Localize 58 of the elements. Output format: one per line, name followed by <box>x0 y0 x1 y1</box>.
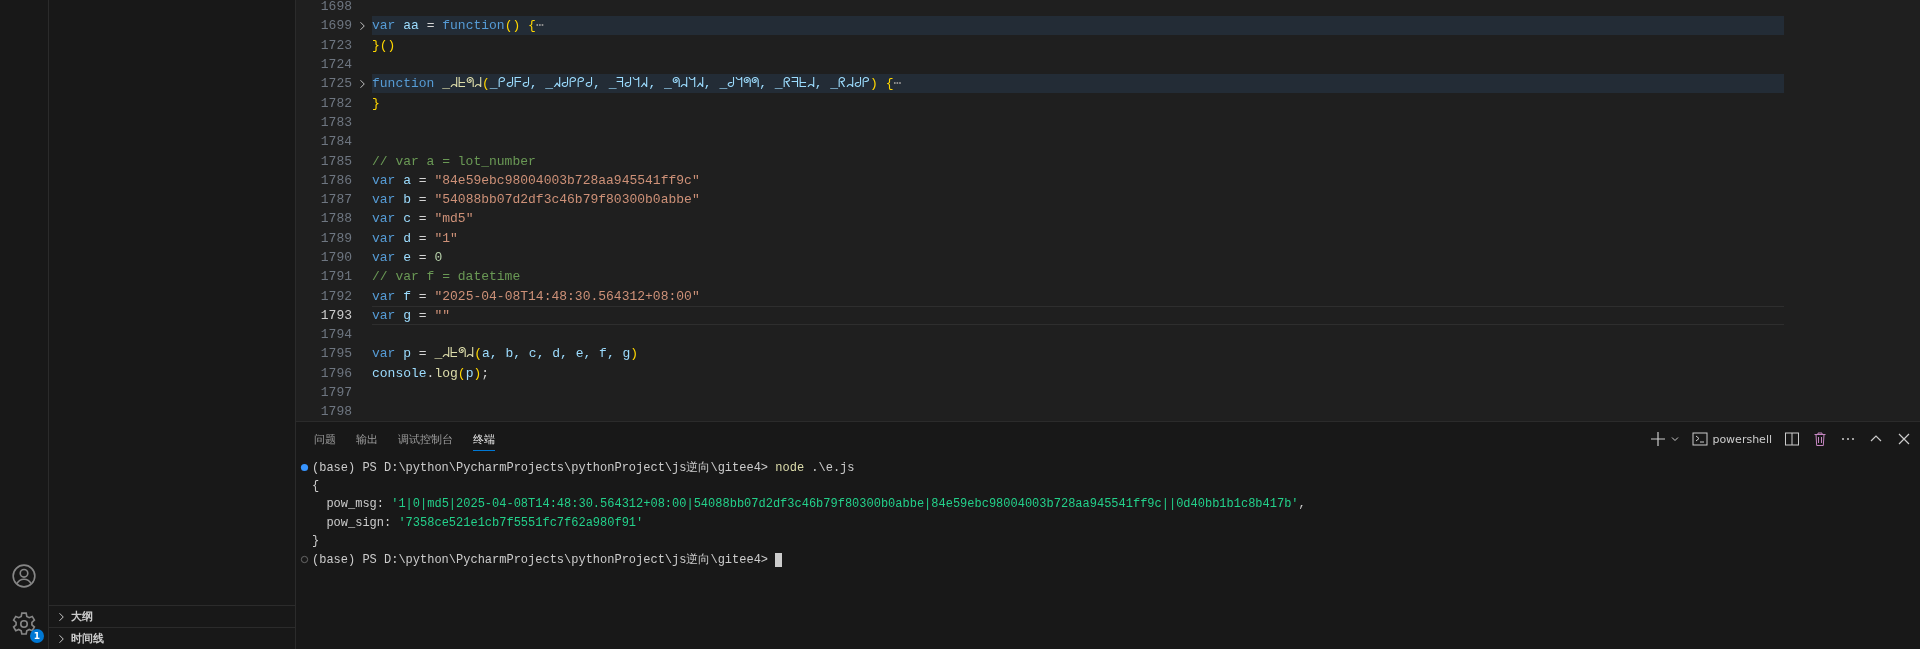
line-number: 1792 <box>319 288 352 304</box>
close-icon[interactable] <box>1896 431 1912 447</box>
command-success-dot[interactable] <box>299 462 309 472</box>
line-number: 1794 <box>319 327 352 343</box>
terminal-line: pow_sign: '7358ce521e1cb7f5551fc7f62a980f91' <box>325 515 644 530</box>
code-line: var b = "54088bb07d2df3c46b79f80300b0abbe" <box>372 191 701 210</box>
terminal-profile-button[interactable]: powershell <box>1692 431 1772 447</box>
terminal-line: } <box>312 534 320 549</box>
line-number: 1724 <box>319 57 352 73</box>
line-number: 1791 <box>319 269 352 285</box>
chevron-down-icon[interactable] <box>1670 434 1681 444</box>
trash-icon[interactable] <box>1812 431 1828 447</box>
code-line: var a = "84e59ebc98004003b728aa945541ff9c" <box>372 171 701 190</box>
line-number: 1789 <box>319 230 352 246</box>
code-line: var d = "1" <box>372 229 459 248</box>
split-icon[interactable] <box>1784 431 1800 447</box>
code-line: }() <box>372 36 397 55</box>
panel-tab[interactable]: 问题 <box>314 427 336 451</box>
account-icon[interactable] <box>11 563 37 589</box>
line-number: 1797 <box>319 385 352 401</box>
line-number: 1725 <box>319 76 352 92</box>
line-number: 1782 <box>319 95 352 111</box>
sidebar-section-header[interactable]: 大纲 <box>49 605 295 627</box>
line-number: 1785 <box>319 153 352 169</box>
line-number: 1790 <box>319 250 352 265</box>
line-number: 1787 <box>319 192 352 208</box>
code-line: var c = "md5" <box>372 210 475 229</box>
add-icon[interactable] <box>1650 431 1667 447</box>
terminal-line: { <box>312 478 320 493</box>
sidebar-section-header[interactable]: 时间线 <box>49 627 295 649</box>
panel-tab[interactable]: 输出 <box>356 427 378 451</box>
line-number: 1798 <box>319 404 352 420</box>
line-number: 1795 <box>319 346 352 362</box>
line-number: 1796 <box>319 365 352 381</box>
terminal-line: (base) PS D:\python\PycharmProjects\pythonProject\js逆向\gitee4> <box>312 552 770 569</box>
panel-tab[interactable]: 终端 <box>473 427 495 451</box>
line-number: 1698 <box>319 0 352 15</box>
code-line: } <box>372 94 381 113</box>
code-line: // var a = lot_number <box>372 152 537 171</box>
terminal-icon <box>1692 431 1709 447</box>
code-line: var p = _ᖹᖶᖗᖹ(a, b, c, d, e, f, g) <box>372 345 640 364</box>
line-number: 1783 <box>319 114 352 130</box>
code-line: var e = 0 <box>372 249 444 267</box>
line-number: 1723 <box>319 37 352 53</box>
terminal-line: (base) PS D:\python\PycharmProjects\pythonProject\js逆向\gitee4> node .\e.js <box>312 459 855 476</box>
line-number: 1793 <box>319 307 352 323</box>
code-line: console.log(p); <box>372 364 491 383</box>
notification-badge: 1 <box>30 629 44 643</box>
terminal-line: pow_msg: '1|0|md5|2025-04-08T14:48:30.564312+08:00|54088bb07d2df3c46b79f80300b0abbe|84e59ebc98004003b728aa945541ff9c||0d40bb1b1c8b417b', <box>325 497 1306 512</box>
code-line: var g = "" <box>372 305 1784 325</box>
line-number: 1784 <box>319 134 352 150</box>
line-number: 1699 <box>319 18 352 34</box>
panel-tab[interactable]: 调试控制台 <box>398 427 453 451</box>
command-idle-circle[interactable] <box>299 555 309 565</box>
code-line: // var f = datetime <box>372 268 522 287</box>
code-line: var f = "2025-04-08T14:48:30.564312+08:00" <box>372 287 701 306</box>
line-number: 1786 <box>319 172 352 188</box>
line-number: 1788 <box>319 211 352 227</box>
